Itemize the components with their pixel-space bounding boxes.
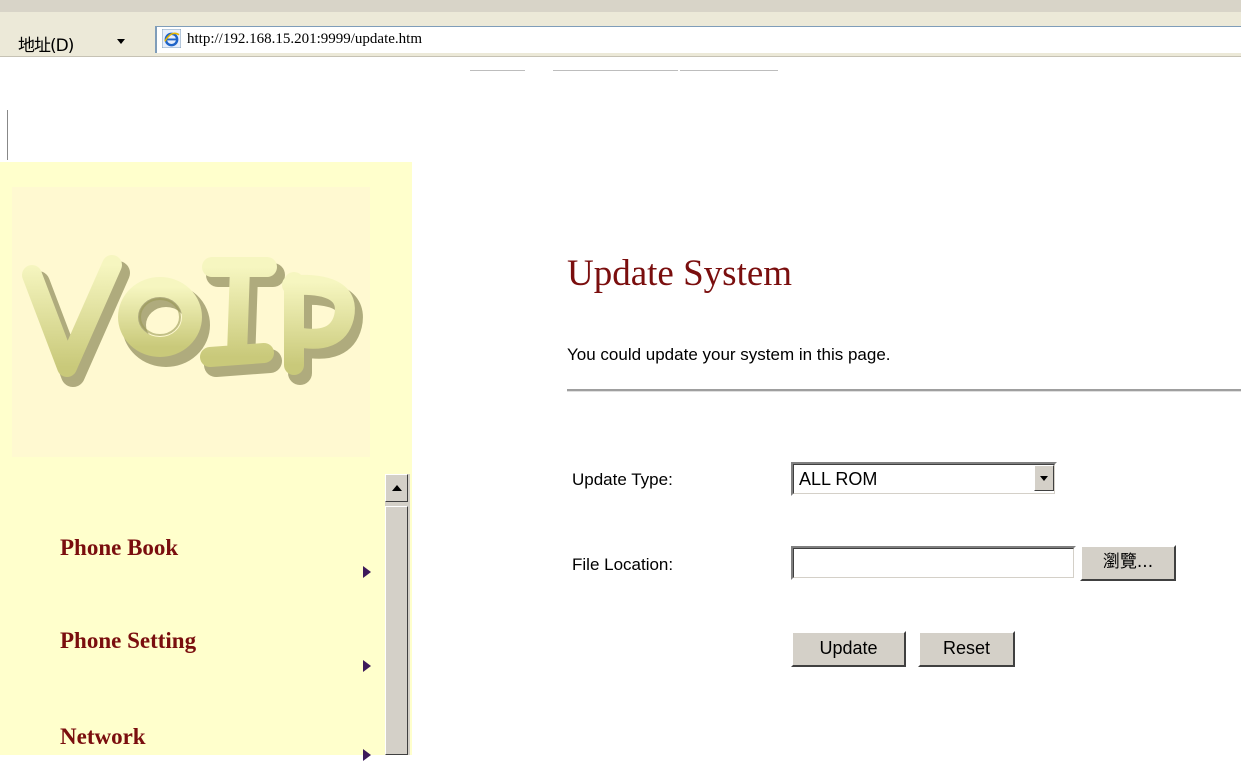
- file-location-label: File Location:: [572, 555, 674, 574]
- toolbar-divider: [470, 70, 525, 71]
- divider: [567, 389, 1241, 392]
- sidebar-scrollbar[interactable]: [385, 474, 410, 755]
- voip-logo-graphic: [22, 255, 363, 387]
- update-button[interactable]: Update: [791, 631, 906, 667]
- frame-edge: [7, 110, 8, 160]
- address-label: 地址(D): [18, 36, 74, 56]
- scroll-thumb[interactable]: [385, 506, 408, 755]
- chevron-down-icon[interactable]: [1034, 465, 1054, 491]
- browse-button[interactable]: 瀏覽...: [1080, 545, 1176, 581]
- voip-logo: [12, 187, 370, 457]
- ie-icon: [162, 29, 181, 48]
- toolbar-divider: [553, 70, 678, 71]
- sidebar-item-network[interactable]: Network: [60, 724, 146, 750]
- update-type-value: ALL ROM: [799, 469, 878, 489]
- update-type-label: Update Type:: [572, 470, 673, 489]
- sidebar-item-phone-book[interactable]: Phone Book: [60, 535, 178, 561]
- sidebar: [0, 162, 412, 755]
- url-field[interactable]: http://192.168.15.201:9999/update.htm: [155, 26, 1241, 53]
- arrow-right-icon: [363, 660, 371, 672]
- page-title: Update System: [567, 253, 793, 294]
- reset-button[interactable]: Reset: [918, 631, 1015, 667]
- arrow-right-icon: [363, 749, 371, 761]
- scroll-up-button[interactable]: [385, 474, 408, 502]
- url-text: http://192.168.15.201:9999/update.htm: [187, 31, 422, 47]
- arrow-right-icon: [363, 566, 371, 578]
- update-type-select[interactable]: ALL ROM: [791, 462, 1057, 496]
- toolbar-divider: [680, 70, 778, 71]
- file-location-input[interactable]: [791, 546, 1076, 580]
- chevron-down-icon[interactable]: [117, 39, 125, 44]
- page-description: You could update your system in this pag…: [567, 345, 891, 364]
- sidebar-item-phone-setting[interactable]: Phone Setting: [60, 628, 196, 654]
